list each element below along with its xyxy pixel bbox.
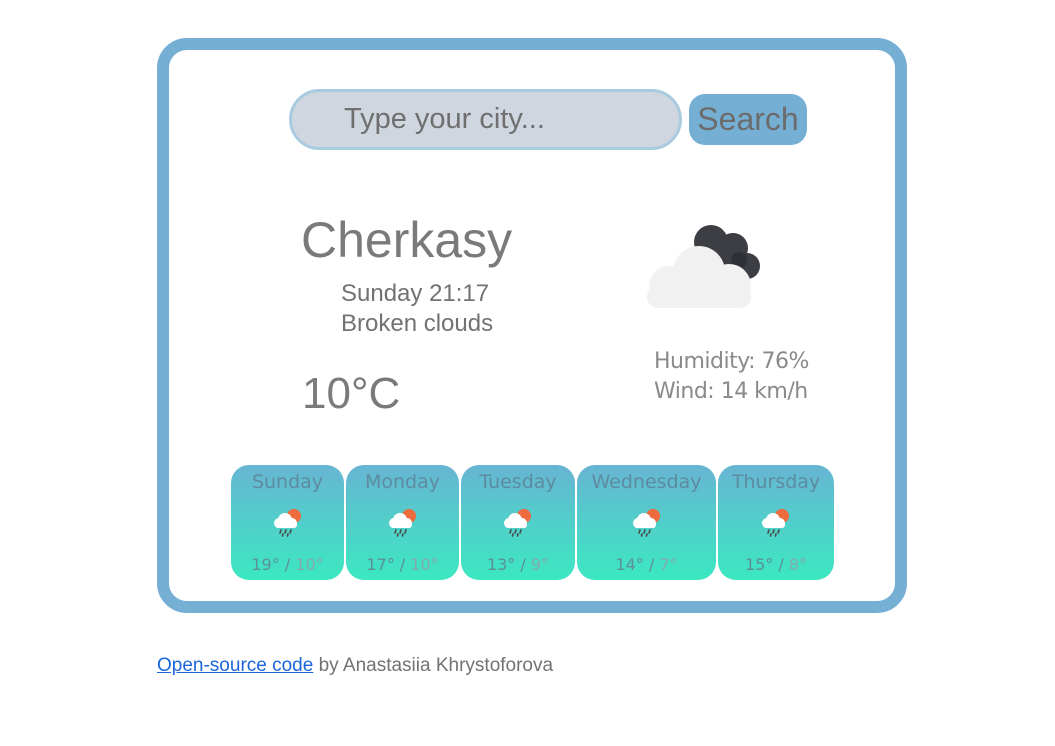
forecast-day-card: Sunday 19° / 10°	[231, 465, 344, 580]
forecast-max-temp: 13°	[486, 555, 516, 574]
city-name: Cherkasy	[301, 212, 513, 268]
forecast-max-temp: 14°	[615, 555, 644, 574]
forecast-day-name: Tuesday	[479, 471, 557, 493]
rain-sun-icon	[632, 509, 660, 537]
rain-sun-icon	[388, 509, 416, 537]
forecast-day-name: Sunday	[251, 471, 324, 493]
page: Search Cherkasy Sunday 21:17 Broken clou…	[0, 0, 1055, 746]
forecast-day-card: Wednesday 14° / 7°	[577, 465, 716, 580]
forecast-temps: 19° / 10°	[251, 555, 324, 574]
forecast-temps: 14° / 7°	[615, 555, 678, 574]
forecast-temps: 13° / 9°	[486, 555, 550, 574]
forecast-min-temp: 8°	[788, 555, 808, 574]
footer: Open-source code by Anastasiia Khrystofo…	[157, 654, 553, 678]
forecast-temps: 17° / 10°	[366, 555, 439, 574]
forecast-day-name: Thursday	[731, 471, 821, 493]
forecast-min-temp: 10°	[410, 555, 439, 574]
forecast-day-name: Wednesday	[591, 471, 702, 493]
forecast-min-temp: 9°	[530, 555, 550, 574]
forecast-temps: 15° / 8°	[744, 555, 808, 574]
open-source-code-link[interactable]: Open-source code	[157, 655, 313, 676]
city-search-input[interactable]	[289, 89, 682, 150]
forecast-min-temp: 10°	[295, 555, 324, 574]
rain-sun-icon	[762, 509, 789, 537]
forecast-min-temp: 7°	[659, 555, 678, 574]
weather-card: Search Cherkasy Sunday 21:17 Broken clou…	[157, 38, 907, 613]
wind-text: Wind: 14 km/h	[654, 379, 808, 404]
rain-sun-icon	[504, 509, 531, 537]
humidity-text: Humidity: 76%	[654, 349, 809, 374]
forecast-max-temp: 15°	[744, 555, 774, 574]
forecast-max-temp: 17°	[366, 555, 395, 574]
rain-sun-icon	[273, 509, 301, 537]
forecast-day-card: Tuesday 13° / 9°	[461, 465, 575, 580]
broken-clouds-icon	[647, 225, 760, 308]
forecast-day-card: Monday 17° / 10°	[346, 465, 459, 580]
author-credit: by Anastasiia Khrystoforova	[313, 655, 554, 676]
date-time: Sunday 21:17	[341, 280, 490, 307]
search-button[interactable]: Search	[689, 94, 807, 145]
forecast-max-temp: 19°	[251, 555, 280, 574]
weather-description: Broken clouds	[341, 310, 494, 337]
forecast-day-card: Thursday 15° / 8°	[718, 465, 834, 580]
current-temperature: 10°C	[302, 369, 401, 418]
forecast-day-name: Monday	[364, 471, 440, 493]
